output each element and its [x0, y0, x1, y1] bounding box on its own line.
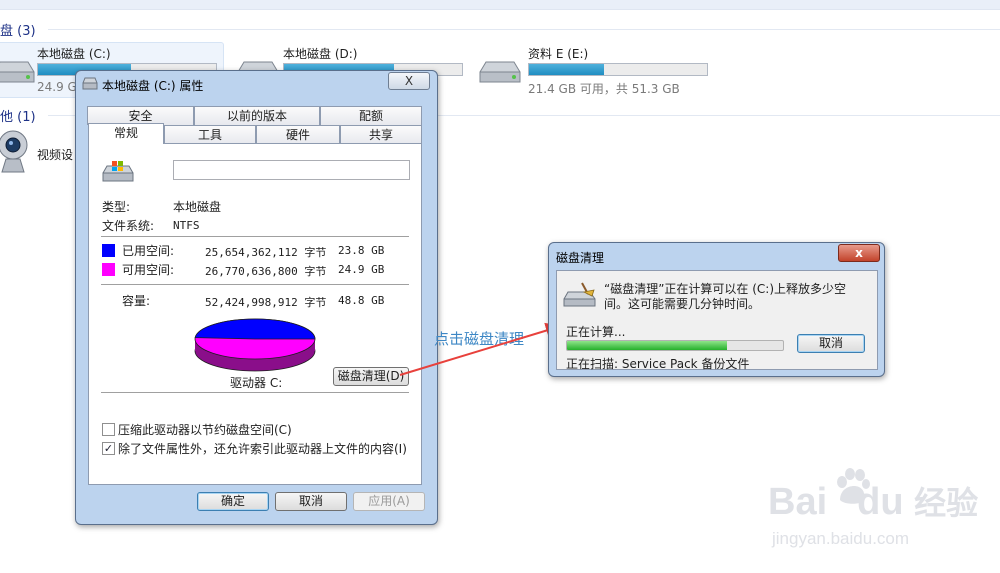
used-space-label: 已用空间:	[122, 244, 175, 258]
used-space-color-swatch	[102, 244, 115, 257]
hard-drive-icon	[0, 61, 35, 83]
watermark-url: jingyan.baidu.com	[772, 529, 910, 548]
capacity-label: 容量:	[122, 294, 151, 308]
drive-usage-fill	[529, 64, 604, 75]
filesystem-label: 文件系统:	[102, 219, 155, 233]
tab-tools[interactable]: 工具	[164, 125, 256, 144]
group-header-hard-disks[interactable]: 盘 (3)	[0, 20, 36, 39]
compress-drive-checkbox[interactable]	[102, 423, 115, 436]
drive-name-c[interactable]: 本地磁盘 (C:)	[37, 45, 111, 62]
compress-drive-label: 压缩此驱动器以节约磁盘空间(C)	[118, 423, 292, 437]
drive-window-icon	[82, 77, 98, 90]
drive-name-d[interactable]: 本地磁盘 (D:)	[283, 45, 357, 62]
allow-indexing-label: 除了文件属性外，还允许索引此驱动器上文件的内容(I)	[118, 442, 407, 456]
tab-hardware[interactable]: 硬件	[256, 125, 340, 144]
free-space-bytes: 26,770,636,800 字节	[205, 265, 327, 278]
cleanup-cancel-button[interactable]: 取消	[797, 334, 865, 353]
hard-drive-icon	[479, 61, 521, 83]
properties-close-button[interactable]: X	[388, 72, 430, 90]
drive-caption-e: 21.4 GB 可用，共 51.3 GB	[528, 82, 680, 96]
pie-used-slice	[194, 318, 316, 340]
tab-quota[interactable]: 配额	[320, 106, 422, 125]
drive-letter-label: 驱动器 C:	[230, 376, 283, 390]
tab-general[interactable]: 常规	[88, 123, 164, 144]
windows-drive-icon	[102, 161, 134, 182]
drive-name-e[interactable]: 资料 E (E:)	[528, 45, 588, 62]
cleanup-progress-bar	[566, 340, 784, 351]
type-value: 本地磁盘	[173, 200, 222, 214]
drive-usage-bar-e	[528, 63, 708, 76]
properties-window-title: 本地磁盘 (C:) 属性	[102, 79, 204, 93]
free-space-color-swatch	[102, 263, 115, 276]
cleanup-close-button[interactable]: x	[838, 244, 880, 262]
apply-button[interactable]: 应用(A)	[353, 492, 425, 511]
free-space-size: 24.9 GB	[338, 263, 385, 276]
drive-caption-c: 24.9 G	[37, 80, 77, 94]
group-divider	[48, 29, 1000, 30]
calculating-label: 正在计算...	[566, 325, 626, 339]
other-device-name[interactable]: 视频设	[37, 146, 73, 163]
used-space-bytes: 25,654,362,112 字节	[205, 246, 327, 259]
watermark-cn: 经验	[914, 485, 979, 521]
filesystem-value: NTFS	[173, 219, 200, 232]
disk-cleanup-title: 磁盘清理	[556, 251, 605, 265]
type-label: 类型:	[102, 200, 131, 214]
free-space-label: 可用空间:	[122, 263, 175, 277]
tab-sharing[interactable]: 共享	[340, 125, 422, 144]
watermark-brand: Bai	[768, 481, 828, 523]
group-header-other[interactable]: 他 (1)	[0, 106, 36, 125]
capacity-size: 48.8 GB	[338, 294, 385, 307]
separator	[101, 236, 409, 237]
drive-name-input[interactable]	[173, 160, 410, 180]
ok-button[interactable]: 确定	[197, 492, 269, 511]
annotation-arrow-icon	[399, 322, 562, 376]
cleanup-message-line2: 间。这可能需要几分钟时间。	[604, 297, 761, 311]
used-space-size: 23.8 GB	[338, 244, 385, 257]
baidu-watermark-logo: Bai du 经验	[768, 478, 978, 524]
baidu-paw-icon	[837, 468, 870, 504]
webcam-icon	[0, 130, 28, 173]
allow-indexing-checkbox[interactable]: ✓	[102, 442, 115, 455]
separator	[101, 392, 409, 393]
explorer-toolbar-strip	[0, 0, 1000, 10]
cleanup-progress-fill	[567, 341, 727, 350]
tab-previous-versions[interactable]: 以前的版本	[194, 106, 320, 125]
disk-cleanup-icon	[563, 282, 596, 307]
disk-usage-pie-chart	[194, 318, 316, 372]
separator	[101, 284, 409, 285]
cancel-button[interactable]: 取消	[275, 492, 347, 511]
scanning-status: 正在扫描: Service Pack 备份文件	[566, 357, 750, 371]
